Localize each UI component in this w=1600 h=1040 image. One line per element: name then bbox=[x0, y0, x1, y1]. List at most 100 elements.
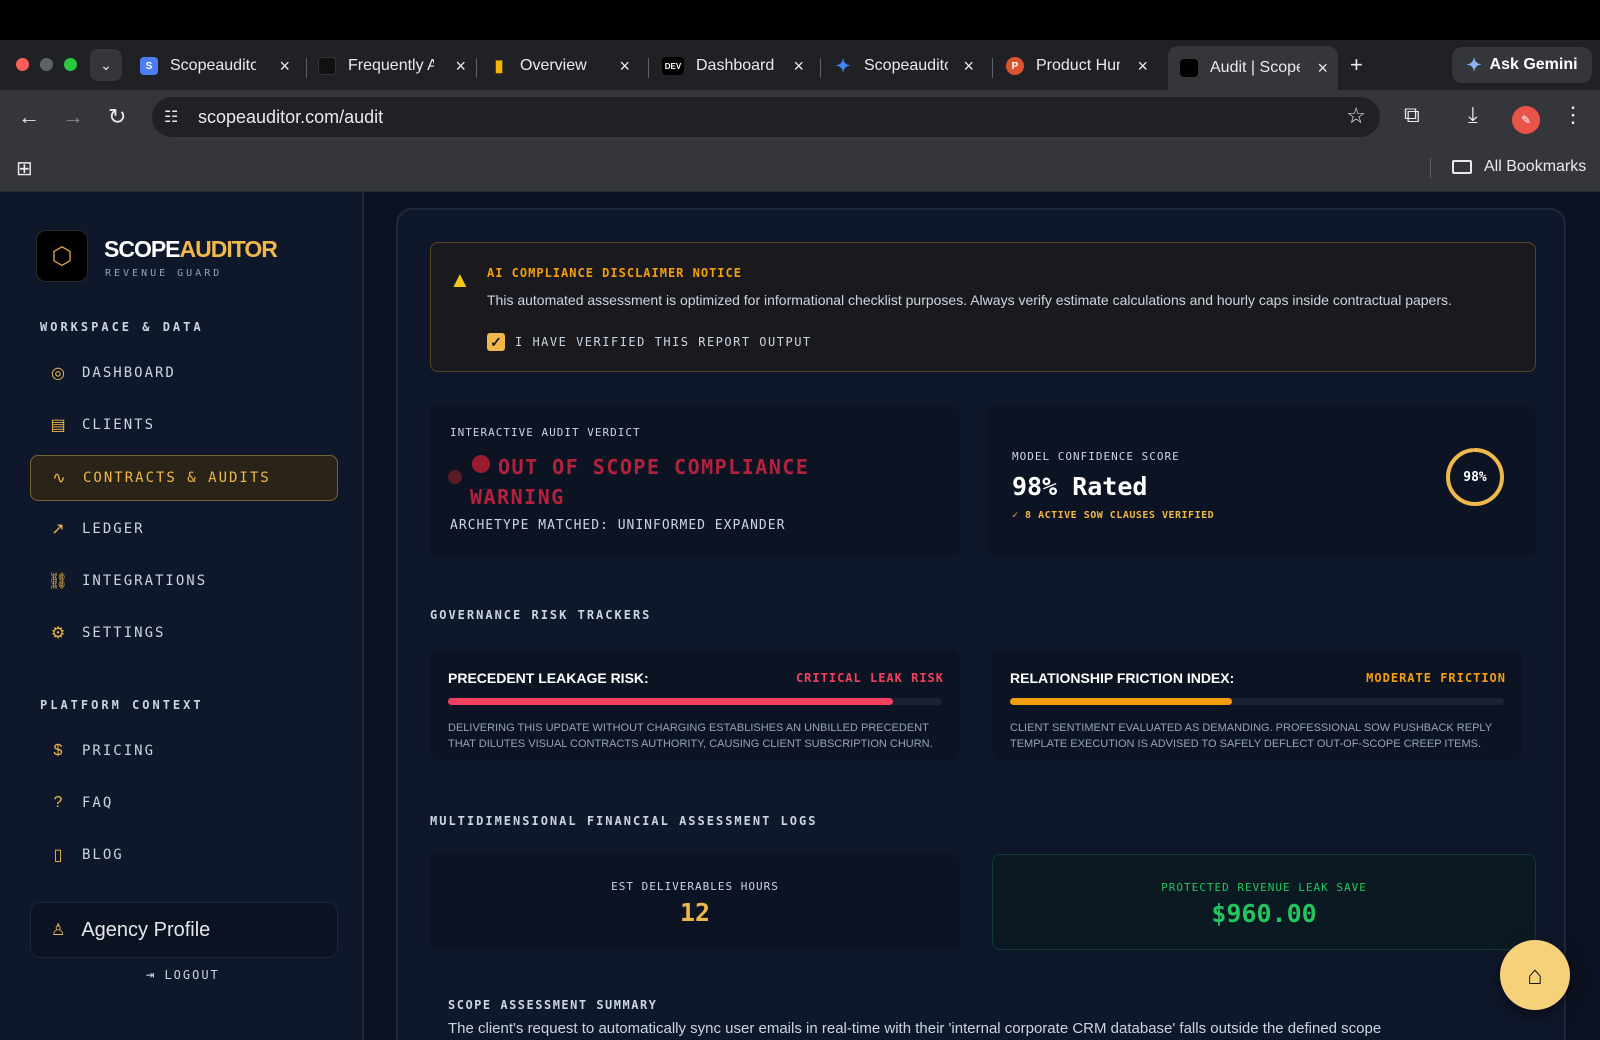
revenue-save-card: PROTECTED REVENUE LEAK SAVE $960.00 bbox=[992, 854, 1536, 950]
agency-profile-button[interactable]: ♙ Agency Profile bbox=[30, 902, 338, 958]
browser-tab[interactable]: DEV Dashboard × bbox=[662, 46, 814, 86]
folder-icon bbox=[1452, 160, 1472, 174]
risk-bar-fill bbox=[1010, 698, 1233, 705]
close-icon[interactable]: × bbox=[619, 56, 630, 77]
tab-divider bbox=[992, 58, 993, 78]
close-icon[interactable]: × bbox=[455, 56, 466, 77]
tab-label: Overview bbox=[520, 57, 587, 74]
logout-button[interactable]: ⇥ LOGOUT bbox=[146, 967, 220, 983]
close-icon[interactable]: × bbox=[279, 56, 290, 77]
revenue-save-caption: PROTECTED REVENUE LEAK SAVE bbox=[1161, 881, 1367, 894]
maximize-window-button[interactable] bbox=[64, 58, 77, 71]
sidebar-item-faq[interactable]: ? FAQ bbox=[30, 780, 338, 826]
sidebar-item-ledger[interactable]: ↗ LEDGER bbox=[30, 506, 338, 552]
close-icon[interactable]: × bbox=[793, 56, 804, 77]
site-settings-icon[interactable]: ☷ bbox=[164, 107, 178, 127]
sidebar-item-label: SETTINGS bbox=[82, 625, 166, 641]
sidebar-item-blog[interactable]: ▯ BLOG bbox=[30, 832, 338, 878]
brand-tagline: REVENUE GUARD bbox=[105, 268, 223, 279]
tab-favicon-icon bbox=[318, 57, 336, 75]
brand-name-accent: AUDITOR bbox=[179, 236, 278, 262]
browser-tab[interactable]: S Scopeauditor × bbox=[140, 46, 300, 86]
sidebar-item-contracts-audits[interactable]: ∿ CONTRACTS & AUDITS bbox=[30, 455, 338, 501]
back-arrow-icon[interactable]: ← bbox=[18, 104, 40, 130]
reload-icon[interactable]: ↻ bbox=[108, 104, 126, 130]
ai-assistant-button[interactable]: ⌂ bbox=[1500, 940, 1570, 1010]
minimize-window-button[interactable] bbox=[40, 58, 53, 71]
close-window-button[interactable] bbox=[16, 58, 29, 71]
sidebar-item-clients[interactable]: ▤ CLIENTS bbox=[30, 402, 338, 448]
window-top-bar bbox=[0, 0, 1600, 40]
all-bookmarks-button[interactable]: All Bookmarks bbox=[1452, 158, 1586, 176]
verified-checkbox[interactable]: ✓ bbox=[487, 333, 505, 351]
tab-favicon-icon bbox=[1180, 59, 1198, 77]
tab-divider bbox=[820, 58, 821, 78]
gear-icon: ⚙ bbox=[50, 625, 66, 642]
sidebar: ⬡ SCOPEAUDITOR REVENUE GUARD WORKSPACE &… bbox=[0, 192, 364, 1040]
close-icon[interactable]: × bbox=[1317, 58, 1328, 79]
close-icon[interactable]: × bbox=[963, 56, 974, 77]
sidebar-item-pricing[interactable]: $ PRICING bbox=[30, 728, 338, 774]
agency-profile-label: Agency Profile bbox=[81, 918, 211, 941]
tab-label: Product Hunt bbox=[1036, 57, 1120, 74]
precedent-leakage-risk-card: PRECEDENT LEAKAGE RISK: CRITICAL LEAK RI… bbox=[430, 650, 960, 760]
browser-tab[interactable]: ✦ Scopeauditor × bbox=[834, 46, 984, 86]
browser-tab[interactable]: P Product Hunt × bbox=[1006, 46, 1158, 86]
section-workspace-heading: WORKSPACE & DATA bbox=[40, 320, 204, 334]
target-icon: ◎ bbox=[51, 365, 65, 382]
avatar-icon: ✎ bbox=[1520, 113, 1532, 127]
sparkle-icon: ✦ bbox=[835, 55, 851, 76]
forward-arrow-icon[interactable]: → bbox=[62, 104, 84, 130]
verdict-caption: INTERACTIVE AUDIT VERDICT bbox=[450, 426, 641, 439]
tab-divider bbox=[306, 58, 307, 78]
browser-tab[interactable]: ▮ Overview × bbox=[490, 46, 640, 86]
robot-icon: ⌂ bbox=[1527, 959, 1543, 990]
financial-logs-heading: MULTIDIMENSIONAL FINANCIAL ASSESSMENT LO… bbox=[430, 814, 818, 828]
new-tab-button[interactable]: + bbox=[1350, 52, 1363, 78]
ask-gemini-button[interactable]: ✦ Ask Gemini bbox=[1452, 47, 1592, 83]
dollar-icon: $ bbox=[53, 742, 63, 759]
audit-verdict-panel: INTERACTIVE AUDIT VERDICT OUT OF SCOPE C… bbox=[430, 406, 960, 556]
browser-tab-active[interactable]: Audit | Scope × bbox=[1168, 46, 1338, 90]
bookmark-star-icon[interactable]: ☆ bbox=[1346, 103, 1366, 129]
more-menu-icon[interactable]: ⋮ bbox=[1562, 102, 1584, 128]
risk-description: DELIVERING THIS UPDATE WITHOUT CHARGING … bbox=[448, 722, 933, 750]
sparkle-icon: ✦ bbox=[1466, 54, 1482, 75]
notice-text: This automated assessment is optimized f… bbox=[487, 292, 1452, 308]
help-icon: ? bbox=[53, 794, 63, 811]
confidence-caption: MODEL CONFIDENCE SCORE bbox=[1012, 450, 1180, 463]
analytics-icon: ▮ bbox=[494, 58, 504, 75]
sidebar-item-label: DASHBOARD bbox=[82, 365, 176, 381]
section-platform-heading: PLATFORM CONTEXT bbox=[40, 698, 204, 712]
disclaimer-notice: ▲ AI COMPLIANCE DISCLAIMER NOTICE This a… bbox=[430, 242, 1536, 372]
sidebar-item-integrations[interactable]: ⛓ INTEGRATIONS bbox=[30, 558, 338, 604]
tab-favicon-icon: S bbox=[140, 57, 158, 75]
status-dot-icon bbox=[448, 470, 462, 484]
verified-checkbox-label[interactable]: I HAVE VERIFIED THIS REPORT OUTPUT bbox=[515, 335, 812, 349]
extensions-icon[interactable]: ⧉ bbox=[1404, 102, 1420, 128]
brand-name: SCOPEAUDITOR bbox=[104, 236, 278, 263]
browser-tab-strip: ⌄ S Scopeauditor × Frequently Asked × ▮ … bbox=[0, 40, 1600, 90]
browser-tab[interactable]: Frequently Asked × bbox=[318, 46, 476, 86]
url-text[interactable]: scopeauditor.com/audit bbox=[198, 107, 383, 128]
sidebar-item-settings[interactable]: ⚙ SETTINGS bbox=[30, 610, 338, 656]
download-icon[interactable]: ⤓ bbox=[1468, 102, 1478, 128]
risk-bar-track bbox=[448, 698, 942, 705]
tab-divider bbox=[476, 58, 477, 78]
sidebar-item-label: PRICING bbox=[82, 743, 156, 759]
bookmarks-bar: ⊞ All Bookmarks bbox=[0, 142, 1600, 192]
apps-grid-icon[interactable]: ⊞ bbox=[16, 156, 33, 181]
tab-search-button[interactable]: ⌄ bbox=[90, 49, 122, 81]
address-bar[interactable]: ☷ scopeauditor.com/audit ☆ bbox=[152, 97, 1380, 137]
risk-bar-fill bbox=[448, 698, 893, 705]
clauses-verified-text: ✓ 8 ACTIVE SOW CLAUSES VERIFIED bbox=[1012, 510, 1215, 521]
tab-label: Scopeauditor bbox=[864, 57, 948, 74]
browser-toolbar: ← → ↻ ☷ scopeauditor.com/audit ☆ ⧉ ⤓ ⋮ bbox=[0, 90, 1600, 142]
close-icon[interactable]: × bbox=[1137, 56, 1148, 77]
risk-badge: MODERATE FRICTION bbox=[1366, 671, 1506, 685]
sidebar-item-dashboard[interactable]: ◎ DASHBOARD bbox=[30, 350, 338, 396]
app-root: ⬡ SCOPEAUDITOR REVENUE GUARD WORKSPACE &… bbox=[0, 192, 1600, 1040]
tab-label: Frequently Asked bbox=[348, 57, 434, 74]
verdict-title: OUT OF SCOPE COMPLIANCE WARNING bbox=[470, 455, 810, 509]
profile-avatar[interactable]: ✎ bbox=[1512, 106, 1540, 134]
